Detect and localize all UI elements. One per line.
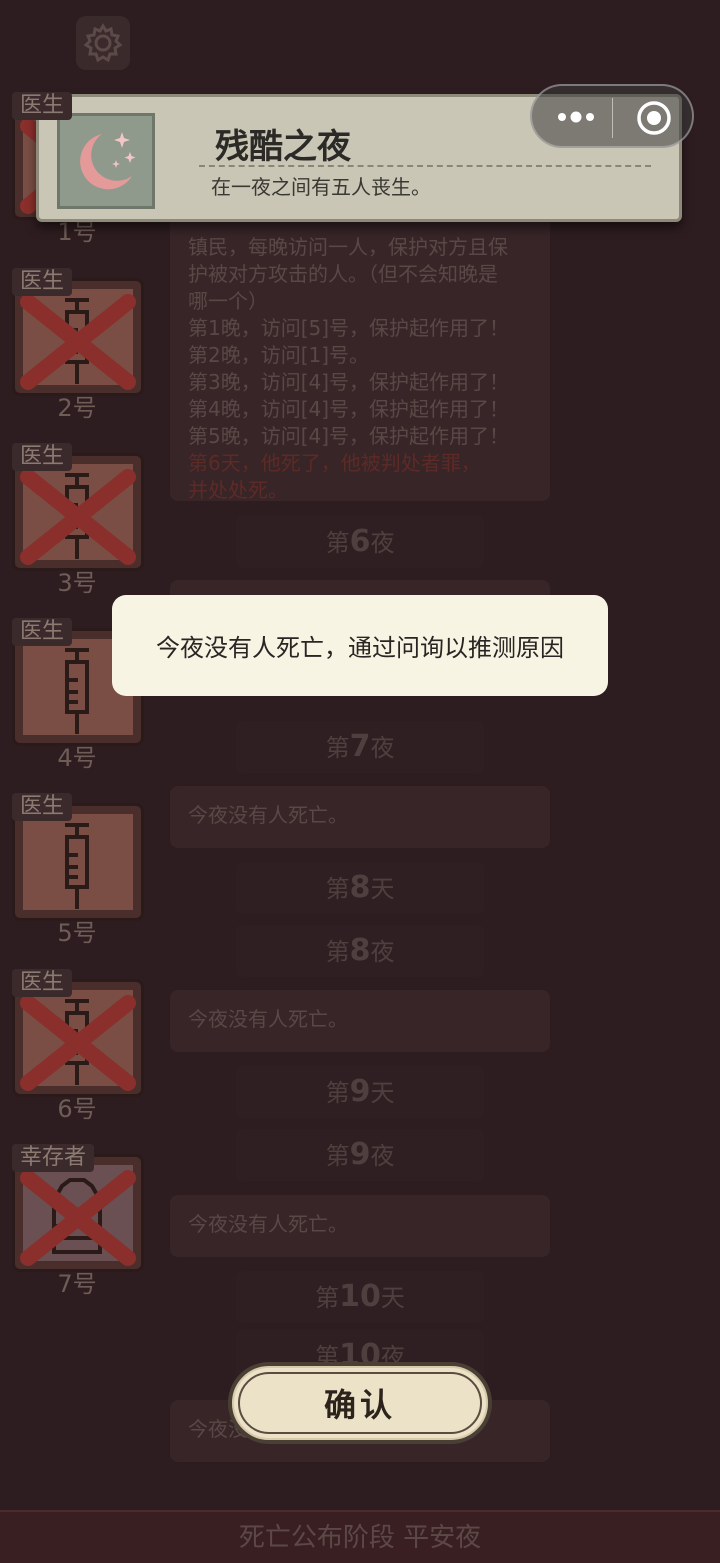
log-entry-player-info: 镇民，每晚访问一人，保护对方且保 护被对方攻击的人。（但不会知晚是 哪一个） 第… [170, 196, 550, 502]
confirm-button[interactable]: 确认 [228, 1362, 492, 1444]
log-entry-night-7: 今夜没有人死亡。 [170, 786, 550, 848]
player-number: 4号 [57, 744, 97, 772]
confirm-label: 确认 [323, 1386, 396, 1424]
gear-icon [83, 23, 123, 63]
syringe-icon [65, 823, 89, 909]
capsule-divider [612, 98, 613, 138]
player-number: 5号 [57, 919, 97, 947]
dead-cross-icon [20, 1170, 136, 1266]
settings-gear-button[interactable] [76, 16, 130, 70]
achievement-title: 残酷之夜 [215, 127, 351, 167]
dead-cross-icon [20, 294, 136, 390]
phase-status-text: 死亡公布阶段 平安夜 [238, 1523, 482, 1553]
player-number: 6号 [57, 1095, 97, 1123]
player-card-3[interactable]: 医生 3号 [8, 443, 146, 597]
player-card-7[interactable]: 幸存者 7号 [8, 1144, 146, 1298]
log-line: 第2晚，访问[1]号。 [188, 343, 370, 367]
player-role: 医生 [12, 443, 73, 471]
night-label-9: 第9夜 [236, 1129, 484, 1181]
log-line: 第1晚，访问[5]号，保护起作用了！ [188, 316, 510, 340]
log-line-highlight: 第6天，他死了，他被判处者罪， [188, 451, 481, 475]
player-role: 幸存者 [12, 1144, 95, 1172]
log-entry-night-8: 今夜没有人死亡。 [170, 990, 550, 1052]
info-toast: 今夜没有人死亡，通过问询以推测原因 [112, 595, 608, 696]
player-role: 医生 [12, 618, 73, 646]
player-role: 医生 [12, 793, 73, 821]
player-number: 7号 [57, 1270, 97, 1298]
log-entry-night-9: 今夜没有人死亡。 [170, 1195, 550, 1257]
target-close-icon [637, 101, 671, 135]
log-line: 第4晚，访问[4]号，保护起作用了！ [188, 397, 510, 421]
game-screen: 医生 1号 医生 2号 医生 3号 医生 4号 医生 5号 医生 6号 幸存者 … [0, 0, 720, 1563]
log-line: 哪一个） [188, 289, 268, 313]
achievement-description: 在一夜之间有五人丧生。 [211, 175, 431, 199]
day-label-8: 第8天 [236, 862, 484, 914]
moon-stars-icon [80, 132, 136, 190]
player-role: 医生 [12, 268, 73, 296]
dead-cross-icon [20, 469, 136, 565]
dead-cross-icon [20, 995, 136, 1091]
log-line: 护被对方攻击的人。（但不会知晚是 [188, 262, 498, 286]
achievement-icon-frame [57, 113, 155, 209]
more-menu-button[interactable] [554, 104, 598, 130]
day-label-9: 第9天 [236, 1066, 484, 1118]
log-line: 镇民，每晚访问一人，保护对方且保 [188, 235, 508, 259]
log-line: 第5晚，访问[4]号，保护起作用了！ [188, 424, 510, 448]
night-label-8: 第8夜 [236, 925, 484, 977]
player-number: 2号 [57, 394, 97, 422]
phase-status-bar: 死亡公布阶段 平安夜 [0, 1510, 720, 1563]
close-miniprogram-button[interactable] [636, 100, 672, 136]
toast-text: 今夜没有人死亡，通过问询以推测原因 [156, 634, 564, 662]
more-dots-icon [558, 111, 594, 123]
player-role: 医生 [12, 969, 73, 997]
night-label-7: 第7夜 [236, 721, 484, 773]
log-line-highlight: 并处处死。 [188, 478, 288, 502]
player-card-2[interactable]: 医生 2号 [8, 268, 146, 422]
player-card-6[interactable]: 医生 6号 [8, 969, 146, 1123]
divider [199, 165, 651, 167]
syringe-icon [65, 648, 89, 734]
day-label-10: 第10天 [236, 1271, 484, 1323]
log-line: 第3晚，访问[4]号，保护起作用了！ [188, 370, 510, 394]
night-label-6: 第6夜 [236, 516, 484, 568]
player-number: 3号 [57, 569, 97, 597]
player-role: 医生 [12, 92, 73, 120]
player-card-5[interactable]: 医生 5号 [8, 793, 146, 947]
miniprogram-capsule [530, 84, 694, 148]
